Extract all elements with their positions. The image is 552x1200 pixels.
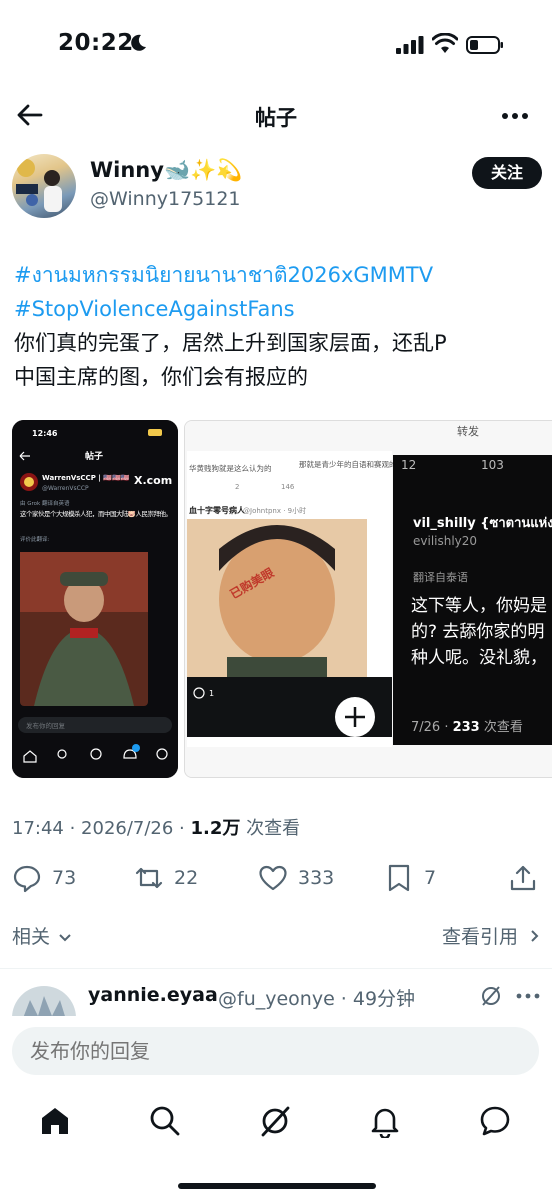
shot2-repost: 转发 [457,424,479,438]
shot2-handle: @Johntpnx · 9小时 [243,506,306,515]
shot2-line: 种人呢。没礼貌， [411,648,547,668]
shot-xcom: X.com [134,474,172,487]
like-count: 333 [298,867,335,889]
related-label: 相关 [12,926,51,948]
screenshot-left-content: 12:46 帖子 WarrenVsCCP | 🇺🇸🇺🇸🇺🇸 @WarrenVsC… [12,420,178,778]
media-image-left[interactable]: 12:46 帖子 WarrenVsCCP | 🇺🇸🇺🇸🇺🇸 @WarrenVsC… [12,420,178,778]
shot2-line: 的? 去舔你家的明 [411,622,544,642]
moon-icon [131,34,146,51]
post-text-line: 你们真的完蛋了，居然上升到国家层面，还乱P [14,331,447,355]
chevron-down-icon [59,934,71,942]
bookmark-count: 7 [424,867,437,889]
follow-button[interactable]: 关注 [472,157,542,189]
top-bar: 帖子 [0,90,552,142]
wifi-icon [432,33,458,53]
shot2-user: vil_shilly {ซาตานแห่ง [413,516,552,531]
chevron-right-icon [531,930,539,942]
shot-handle: @WarrenVsCCP [42,485,89,492]
home-icon[interactable] [38,1104,72,1138]
shot-reply: 发布你的回复 [26,721,66,730]
shot2-translate: 翻译自泰语 [413,570,468,584]
more-options-icon[interactable] [500,104,530,128]
timestamp-date: 17:44 · 2026/7/26 · [12,818,191,839]
grok-icon[interactable] [480,985,502,1007]
post-author: Winny🐋✨💫 @Winny175121 关注 [12,152,542,222]
heart-icon [259,865,287,891]
shot-translate: 由 Grok 翻译自英语 [20,499,70,507]
grok-icon[interactable] [258,1104,292,1138]
view-suffix: 次查看 [240,818,301,839]
shot2-views-count: 233 [453,720,480,735]
post-media: 12:46 帖子 WarrenVsCCP | 🇺🇸🇺🇸🇺🇸 @WarrenVsC… [12,420,552,780]
reply-composer [0,1016,552,1086]
view-quotes-link[interactable]: 查看引用 [442,922,540,949]
repost-icon [135,867,163,889]
shot2-views: 7/26 · 233 次查看 [411,719,523,735]
reply-icon [13,865,41,893]
repost-button[interactable]: 22 [134,862,198,894]
post-body: #งานมหกรรมนิยายนานาชาติ2026xGMMTV #StopV… [14,258,540,394]
shot2-count: 146 [281,483,295,491]
shot2-account: 血十字零号病人 [189,505,246,515]
quotes-label: 查看引用 [441,926,518,948]
reply-more-icon[interactable] [516,992,540,1000]
shot2-comments: 1 [209,689,214,698]
post-timestamp: 17:44 · 2026/7/26 · 1.2万 次查看 [12,814,300,840]
author-name[interactable]: Winny🐋✨💫 [90,158,242,183]
notifications-bell-icon[interactable] [368,1104,402,1138]
battery-icon [466,36,503,54]
media-image-right[interactable]: 那就是青少年的自语和赛观的评价 华黄贱狗就是这么认为的 2 146 血十字零号病… [184,420,552,778]
shot2-count: 12 [401,458,416,472]
repost-count: 22 [174,867,199,889]
shot2-sub: 华黄贱狗就是这么认为的 [189,463,272,473]
author-avatar[interactable] [12,154,76,218]
hashtag-link[interactable]: #StopViolenceAgainstFans [14,292,540,326]
cellular-signal-icon [396,36,424,54]
share-icon [510,865,536,891]
shot-title: 帖子 [85,450,103,462]
like-button[interactable]: 333 [258,862,334,894]
author-handle[interactable]: @Winny175121 [90,188,241,210]
engagement-bar: 73 22 333 7 [12,858,542,898]
search-icon[interactable] [148,1104,182,1138]
reply-input[interactable] [12,1027,539,1075]
bookmark-icon [388,864,410,892]
shot2-line: 这下等人，你妈是 [411,596,547,616]
related-dropdown[interactable]: 相关 [12,922,72,949]
screenshot-right-content: 那就是青少年的自语和赛观的评价 华黄贱狗就是这么认为的 2 146 血十字零号病… [185,421,552,777]
shot2-repost-count: 103 [481,458,504,472]
shot-rate: 评价此翻译: [20,535,50,543]
reply-author-handle[interactable]: @fu_yeonye · 49分钟 [218,984,415,1011]
shot2-views-suffix: 次查看 [480,719,523,735]
shot2-user-handle: evilishly20 [413,534,477,548]
status-time: 20:22 [58,30,134,56]
home-indicator [178,1183,376,1189]
view-count: 1.2万 [190,818,241,839]
reply-button[interactable]: 73 [12,862,76,894]
hashtag-link[interactable]: #งานมหกรรมนิยายนานาชาติ2026xGMMTV [14,258,540,292]
related-row: 相关 查看引用 [12,920,540,950]
status-bar: 20:22 [0,0,552,90]
reply-item[interactable]: yannie.eyaa @fu_yeonye · 49分钟 [12,980,542,1050]
reply-author-name[interactable]: yannie.eyaa [88,984,218,1006]
shot-account: WarrenVsCCP | 🇺🇸🇺🇸🇺🇸 [42,474,130,483]
shot2-count: 2 [235,483,239,491]
avatar-photo-icon [16,159,62,212]
share-button[interactable] [508,862,548,894]
post-text-line: 中国主席的图，你们会有报应的 [14,365,308,389]
bookmark-button[interactable]: 7 [384,862,436,894]
reply-count: 73 [52,867,77,889]
shot-text: 这个家伙是个大规模杀人犯，而中国大陆🐷人民崇拜他。 [20,509,172,518]
shot2-views-date: 7/26 · [411,720,453,735]
shot-time: 12:46 [32,429,58,438]
page-title: 帖子 [255,106,297,130]
messages-icon[interactable] [478,1104,512,1138]
divider [0,968,552,969]
